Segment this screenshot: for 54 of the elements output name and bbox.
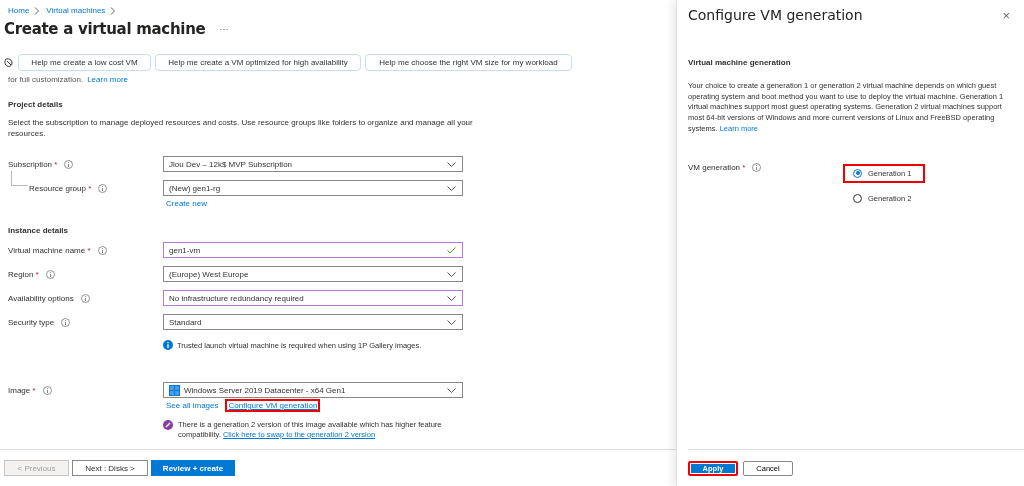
- chevron-down-icon: [447, 185, 456, 191]
- field-label: Availability options: [8, 293, 74, 303]
- page-title: Create a virtual machine: [4, 20, 206, 38]
- info-icon: [64, 159, 74, 169]
- info-icon: [45, 269, 55, 279]
- field-label: Subscription *: [8, 159, 58, 169]
- field-label: Resource group *: [28, 183, 92, 193]
- link[interactable]: Configure VM generation: [225, 399, 321, 412]
- more-button[interactable]: ···: [219, 24, 229, 34]
- section-heading: Instance details: [8, 226, 70, 235]
- field-label: Virtual machine name *: [8, 245, 91, 255]
- section-heading: Virtual machine generation: [688, 58, 792, 67]
- chevron-down-icon: [447, 387, 456, 393]
- footer-button[interactable]: Review + create: [151, 460, 235, 476]
- close-button[interactable]: ×: [1002, 7, 1010, 23]
- dropdown[interactable]: No infrastructure redundancy required: [163, 290, 463, 306]
- intro-text: for full customization.: [8, 75, 84, 84]
- field-label: Security type: [8, 317, 55, 327]
- info-icon: [61, 317, 71, 327]
- learn-more-link[interactable]: Learn more: [87, 75, 129, 84]
- field-label: Region *: [8, 269, 39, 279]
- chevron-down-icon: [447, 319, 456, 325]
- info-icon: [752, 162, 762, 172]
- breadcrumb-link[interactable]: Virtual machines: [46, 6, 106, 15]
- info-icon: [42, 385, 52, 395]
- chevron-down-icon: [447, 271, 456, 277]
- footer-button[interactable]: Next : Disks >: [72, 460, 148, 476]
- chevron-down-icon: [447, 161, 456, 167]
- link[interactable]: See all images: [163, 399, 222, 412]
- section-description: Select the subscription to manage deployed resources and costs. Use resource groups like folders to organize and manage all your resources.: [8, 117, 474, 139]
- info-icon: [98, 183, 108, 193]
- dropdown[interactable]: Jlou Dev – 12k$ MVP Subscription: [163, 156, 463, 172]
- panel-title: Configure VM generation: [688, 7, 863, 23]
- input-field[interactable]: gen1-vm: [163, 242, 463, 258]
- dropdown[interactable]: Windows Server 2019 Datacenter - x64 Gen1: [163, 382, 463, 398]
- assist-button[interactable]: Help me choose the right VM size for my workload: [365, 54, 572, 71]
- tree-connector: [11, 171, 28, 186]
- dropdown[interactable]: Standard: [163, 314, 463, 330]
- breadcrumb-link[interactable]: Home: [8, 6, 30, 15]
- dropdown[interactable]: (New) gen1-rg: [163, 180, 463, 196]
- chevron-down-icon: [447, 295, 456, 301]
- windows-logo-icon: [169, 384, 180, 396]
- info-icon: [80, 293, 90, 303]
- dropdown[interactable]: (Europe) West Europe: [163, 266, 463, 282]
- chevron-right-icon: [110, 6, 117, 15]
- assist-button[interactable]: Help me create a low cost VM: [18, 54, 151, 71]
- section-heading: Project details: [8, 100, 64, 109]
- field-label: Image *: [8, 385, 36, 395]
- chevron-right-icon: [34, 6, 41, 15]
- field-label: VM generation *: [688, 162, 746, 172]
- link[interactable]: Create new: [163, 197, 210, 210]
- info-icon: [163, 340, 173, 350]
- assist-button[interactable]: Help me create a VM optimized for high availability: [155, 54, 361, 71]
- info-icon: [97, 245, 107, 255]
